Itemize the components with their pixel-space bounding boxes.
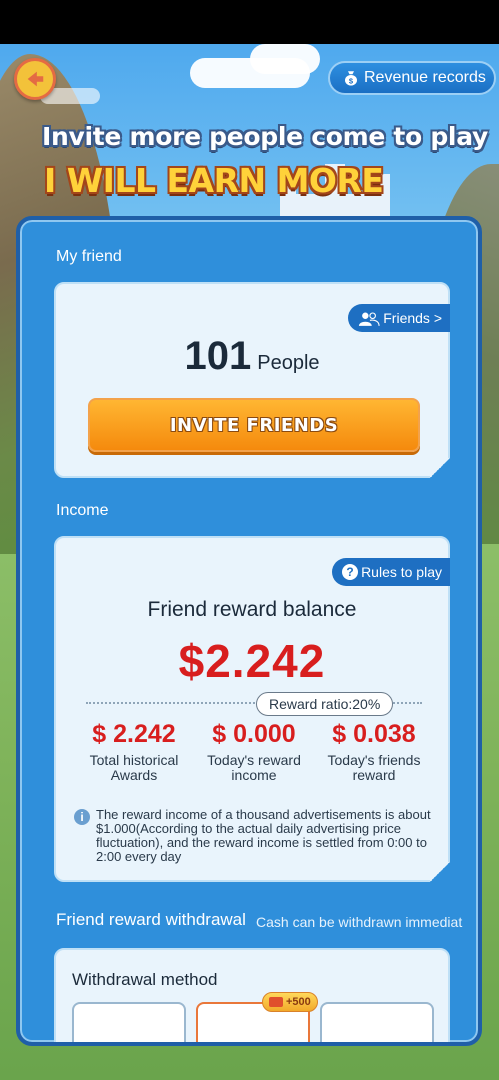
revenue-records-button[interactable]: $ Revenue records — [328, 61, 496, 95]
invite-friends-button[interactable]: INVITE FRIENDS — [88, 398, 420, 452]
question-icon: ? — [342, 564, 359, 580]
money-bag-icon: $ — [345, 71, 357, 86]
reward-ratio-badge: Reward ratio:20% — [256, 692, 394, 716]
people-icon — [359, 311, 380, 326]
status-bar — [0, 0, 499, 44]
balance-title: Friend reward balance — [147, 598, 357, 621]
page-fold-decoration — [430, 862, 450, 882]
stat-value: $ 0.038 — [332, 720, 416, 748]
withdrawal-option[interactable] — [72, 1002, 186, 1042]
withdrawal-option[interactable] — [320, 1002, 434, 1042]
bonus-badge: +500 — [262, 992, 318, 1012]
withdrawal-method-label: Withdrawal method — [72, 970, 218, 989]
info-icon: i — [74, 809, 90, 825]
stat-total-historical: $ 2.242 Total historical Awards — [74, 720, 194, 783]
stat-value: $ 0.000 — [212, 720, 296, 748]
back-button[interactable] — [14, 58, 56, 100]
banner-title-line1: Invite more people come to play — [41, 122, 489, 151]
withdrawal-title: Friend reward withdrawal — [56, 910, 246, 929]
banner-title-line2: I WILL EARN MORE — [44, 161, 384, 200]
friend-count-value: 101 — [184, 334, 252, 378]
my-friend-section-label: My friend — [56, 248, 122, 265]
revenue-records-label: Revenue records — [364, 69, 486, 86]
main-panel: My friend Friends > 101 People INVITE FRI… — [16, 216, 482, 1046]
withdrawal-subtitle: Cash can be withdrawn immediat — [256, 914, 463, 930]
cloud — [250, 44, 320, 74]
stat-label: Today's friends reward — [327, 752, 421, 783]
balance-value: $2.242 — [178, 635, 326, 687]
stat-label: Total historical Awards — [89, 752, 179, 783]
stat-today-reward: $ 0.000 Today's reward income — [194, 720, 314, 783]
my-friend-card: Friends > 101 People INVITE FRIENDS — [54, 282, 450, 478]
bonus-label: +500 — [286, 996, 311, 1008]
friends-button-label: Friends > — [383, 310, 442, 326]
withdrawal-method-card: Withdrawal method +500 — [54, 948, 450, 1042]
stat-value: $ 2.242 — [92, 720, 176, 748]
reward-note-text: The reward income of a thousand advertis… — [96, 807, 431, 864]
income-card: ? Rules to play Friend reward balance $2… — [54, 536, 450, 882]
income-section-label: Income — [56, 502, 109, 519]
page-fold-decoration — [430, 458, 450, 478]
friends-button[interactable]: Friends > — [348, 304, 450, 332]
friend-count-unit: People — [257, 352, 320, 374]
rules-to-play-label: Rules to play — [361, 564, 442, 580]
arrow-left-icon — [27, 71, 44, 87]
friend-count: 101 People — [56, 334, 448, 379]
rules-to-play-button[interactable]: ? Rules to play — [332, 558, 450, 586]
stat-today-friends: $ 0.038 Today's friends reward — [314, 720, 434, 783]
reward-note: i The reward income of a thousand advert… — [74, 808, 434, 864]
stat-label: Today's reward income — [207, 752, 301, 783]
gift-icon — [269, 997, 283, 1007]
